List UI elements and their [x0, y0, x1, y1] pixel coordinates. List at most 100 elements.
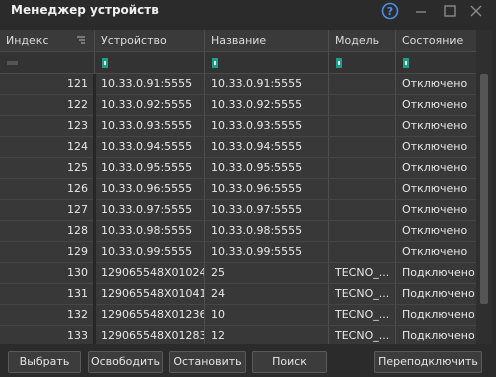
- cell-index: 128: [0, 221, 95, 241]
- column-header-model[interactable]: Модель: [329, 30, 396, 51]
- table-row[interactable]: 127 10.33.0.97:5555 10.33.0.97:5555 Откл…: [0, 200, 476, 221]
- cell-name: 10.33.0.98:5555: [205, 221, 329, 241]
- cell-model: TECNO_...: [329, 263, 396, 283]
- cell-state: Отключено: [402, 161, 468, 174]
- select-button[interactable]: Выбрать: [8, 351, 81, 373]
- cell-name: 10: [205, 305, 329, 325]
- cell-state: Отключено: [402, 203, 468, 216]
- cell-state: Подключено: [402, 266, 475, 279]
- release-button[interactable]: Освободить: [88, 351, 163, 373]
- column-splitter[interactable]: [93, 74, 96, 344]
- svg-text:?: ?: [387, 5, 393, 18]
- cell-model: [329, 158, 396, 178]
- cell-device: 10.33.0.95:5555: [95, 158, 205, 178]
- cell-state: Отключено: [402, 77, 468, 90]
- cell-name: 12: [205, 326, 329, 344]
- cell-device: 129065548X010412: [95, 284, 205, 304]
- close-icon[interactable]: [466, 1, 486, 21]
- cell-state: Отключено: [402, 182, 468, 195]
- table-row[interactable]: 128 10.33.0.98:5555 10.33.0.98:5555 Откл…: [0, 221, 476, 242]
- cell-name: 10.33.0.99:5555: [205, 242, 329, 262]
- column-header-name[interactable]: Название: [205, 30, 329, 51]
- stop-button[interactable]: Остановить: [169, 351, 246, 373]
- cell-model: [329, 242, 396, 262]
- cell-device: 10.33.0.96:5555: [95, 179, 205, 199]
- cell-model: [329, 221, 396, 241]
- window-title: Менеджер устройств: [11, 3, 159, 17]
- sort-icon[interactable]: [76, 36, 86, 45]
- filter-row: [0, 52, 476, 74]
- filter-state[interactable]: [396, 52, 476, 73]
- device-table: Индекс Устройство Название Модель Состоя…: [0, 30, 492, 344]
- cell-name: 24: [205, 284, 329, 304]
- cell-state: Отключено: [402, 224, 468, 237]
- table-row[interactable]: 131 129065548X010412 24 TECNO_... Подклю…: [0, 284, 476, 305]
- cell-device: 10.33.0.91:5555: [95, 74, 205, 94]
- cell-state: Подключено: [402, 308, 475, 321]
- cell-model: TECNO_...: [329, 284, 396, 304]
- cell-model: [329, 116, 396, 136]
- filter-index[interactable]: [0, 52, 95, 73]
- table-row[interactable]: 126 10.33.0.96:5555 10.33.0.96:5555 Откл…: [0, 179, 476, 200]
- scrollbar-thumb[interactable]: [480, 74, 488, 304]
- reconnect-button[interactable]: Переподключить: [374, 351, 482, 373]
- column-header-device[interactable]: Устройство: [95, 30, 205, 51]
- cell-model: [329, 179, 396, 199]
- cell-device: 10.33.0.97:5555: [95, 200, 205, 220]
- minimize-icon[interactable]: [411, 1, 431, 21]
- filter-model[interactable]: [329, 52, 396, 73]
- table-row[interactable]: 122 10.33.0.92:5555 10.33.0.92:5555 Откл…: [0, 95, 476, 116]
- cell-name: 10.33.0.96:5555: [205, 179, 329, 199]
- maximize-icon[interactable]: [440, 1, 460, 21]
- cell-index: 121: [0, 74, 95, 94]
- filter-icon[interactable]: [101, 58, 109, 68]
- table-row[interactable]: 121 10.33.0.91:5555 10.33.0.91:5555 Откл…: [0, 74, 476, 95]
- equals-icon[interactable]: [7, 61, 18, 65]
- table-row[interactable]: 130 129065548X010245 25 TECNO_... Подклю…: [0, 263, 476, 284]
- cell-index: 127: [0, 200, 95, 220]
- cell-state: Подключено: [402, 287, 475, 300]
- cell-device: 129065548X010245: [95, 263, 205, 283]
- cell-name: 10.33.0.94:5555: [205, 137, 329, 157]
- cell-device: 10.33.0.98:5555: [95, 221, 205, 241]
- cell-device: 129065548X012369: [95, 305, 205, 325]
- cell-name: 10.33.0.95:5555: [205, 158, 329, 178]
- cell-model: [329, 200, 396, 220]
- cell-index: 126: [0, 179, 95, 199]
- cell-state: Отключено: [402, 140, 468, 153]
- cell-index: 129: [0, 242, 95, 262]
- filter-icon[interactable]: [211, 58, 219, 68]
- column-header-index[interactable]: Индекс: [0, 30, 95, 51]
- filter-device[interactable]: [95, 52, 205, 73]
- cell-model: [329, 137, 396, 157]
- column-header-state[interactable]: Состояние: [396, 30, 476, 51]
- cell-model: TECNO_...: [329, 326, 396, 344]
- search-button[interactable]: Поиск: [252, 351, 327, 373]
- cell-model: [329, 74, 396, 94]
- table-row[interactable]: 123 10.33.0.93:5555 10.33.0.93:5555 Откл…: [0, 116, 476, 137]
- filter-icon[interactable]: [402, 58, 410, 68]
- filter-name[interactable]: [205, 52, 329, 73]
- cell-device: 129065548X012831: [95, 326, 205, 344]
- cell-index: 132: [0, 305, 95, 325]
- cell-state: Отключено: [402, 98, 468, 111]
- button-bar: Выбрать Освободить Остановить Поиск Пере…: [0, 348, 496, 377]
- table-row[interactable]: 124 10.33.0.94:5555 10.33.0.94:5555 Откл…: [0, 137, 476, 158]
- cell-index: 123: [0, 116, 95, 136]
- cell-state: Подключено: [402, 329, 475, 342]
- cell-index: 122: [0, 95, 95, 115]
- filter-icon[interactable]: [335, 58, 343, 68]
- table-row[interactable]: 132 129065548X012369 10 TECNO_... Подклю…: [0, 305, 476, 326]
- vertical-scrollbar[interactable]: [476, 30, 492, 344]
- cell-index: 133: [0, 326, 95, 344]
- cell-name: 25: [205, 263, 329, 283]
- cell-device: 10.33.0.93:5555: [95, 116, 205, 136]
- table-row[interactable]: 133 129065548X012831 12 TECNO_... Подклю…: [0, 326, 476, 344]
- cell-name: 10.33.0.97:5555: [205, 200, 329, 220]
- help-icon[interactable]: ?: [380, 1, 400, 21]
- table-row[interactable]: 129 10.33.0.99:5555 10.33.0.99:5555 Откл…: [0, 242, 476, 263]
- table-row[interactable]: 125 10.33.0.95:5555 10.33.0.95:5555 Откл…: [0, 158, 476, 179]
- cell-state: Отключено: [402, 119, 468, 132]
- cell-index: 130: [0, 263, 95, 283]
- cell-model: TECNO_...: [329, 305, 396, 325]
